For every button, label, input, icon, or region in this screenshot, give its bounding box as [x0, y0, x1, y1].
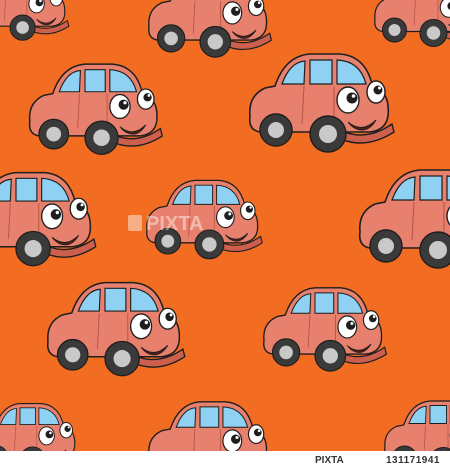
- credit-bar: 131171941: [0, 451, 450, 469]
- credit-brand: PIXTA: [315, 455, 344, 466]
- image-number: 131171941: [385, 454, 440, 466]
- pattern-canvas: PIXTA: [0, 0, 450, 469]
- car-1: [148, 0, 273, 58]
- seamless-car-pattern: PIXTA 131171941 PIXTA: [0, 0, 450, 469]
- watermark-brand: PIXTA: [146, 213, 203, 235]
- pixta-logo-icon: [128, 215, 142, 231]
